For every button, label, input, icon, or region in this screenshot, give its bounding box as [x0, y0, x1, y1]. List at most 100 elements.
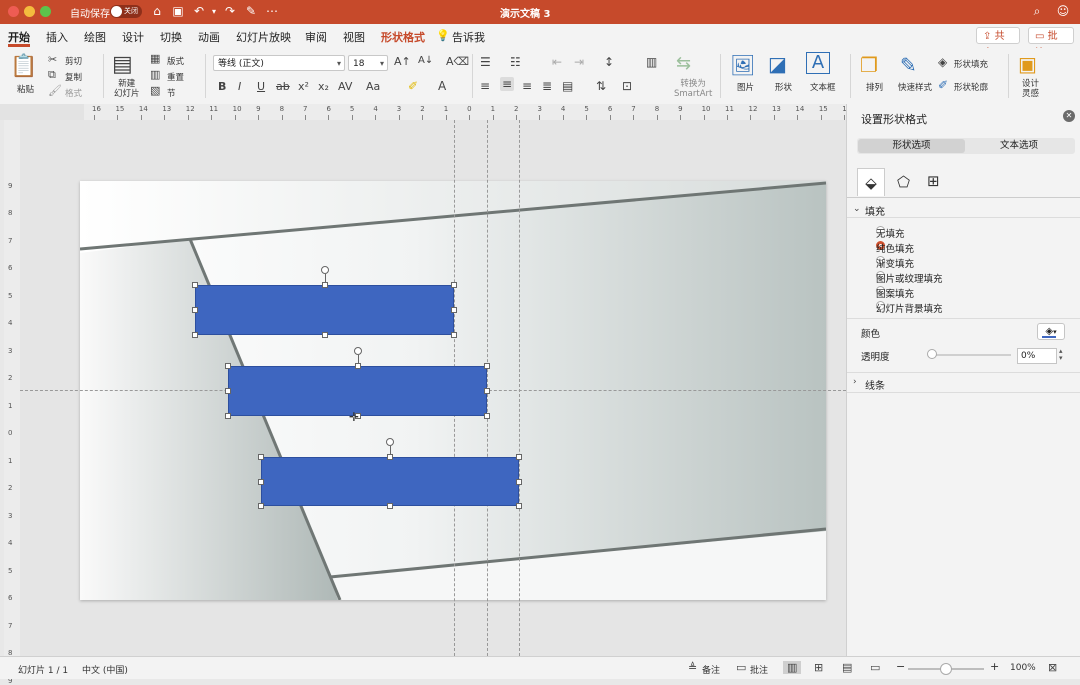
font-size-select[interactable]: 18 ▾ — [348, 55, 388, 71]
undo-dropdown-icon[interactable]: ▾ — [207, 7, 221, 16]
new-slide-label[interactable]: 新建 幻灯片 — [114, 79, 140, 99]
numbering-icon[interactable]: ☷ — [510, 55, 521, 69]
fill-section-header[interactable]: 填充 — [865, 203, 885, 218]
increase-indent-icon[interactable]: ⇥ — [574, 55, 584, 69]
comments-icon[interactable]: ▭ — [736, 661, 746, 674]
tab-animations[interactable]: 动画 — [198, 29, 220, 45]
font-name-select[interactable]: 等线 (正文) ▾ — [213, 55, 345, 71]
rotate-handle[interactable] — [320, 266, 329, 274]
resize-handle[interactable] — [192, 307, 198, 313]
underline-icon[interactable]: U — [257, 80, 265, 93]
resize-handle[interactable] — [451, 307, 457, 313]
align-center-icon[interactable]: ≡ — [500, 77, 515, 91]
rotate-handle[interactable] — [353, 347, 362, 355]
section-label[interactable]: 节 — [167, 87, 176, 99]
slide-sorter-icon[interactable]: ⊞ — [814, 661, 823, 674]
shape-outline-icon[interactable]: ✐ — [938, 78, 948, 92]
tab-insert[interactable]: 插入 — [46, 29, 68, 45]
resize-handle[interactable] — [516, 478, 522, 485]
transparency-slider-track[interactable] — [931, 354, 1011, 356]
more-icon[interactable]: ⋯ — [265, 4, 279, 18]
designer-label[interactable]: 设计 灵感 — [1022, 79, 1039, 99]
designer-icon[interactable]: ▣ — [1018, 52, 1037, 76]
rectangle-shape-3[interactable] — [261, 457, 519, 506]
normal-view-icon[interactable]: ▥ — [783, 661, 802, 674]
textbox-label[interactable]: 文本框 — [810, 81, 836, 93]
save-icon[interactable]: ▣ — [171, 4, 185, 18]
rectangle-shape-1[interactable] — [195, 285, 454, 335]
picture-label[interactable]: 图片 — [737, 81, 754, 93]
tab-shape-format[interactable]: 形状格式 — [381, 29, 425, 45]
paste-icon[interactable]: 📋 — [10, 54, 37, 79]
resize-handle[interactable] — [451, 282, 457, 288]
new-slide-icon[interactable]: ▤ — [112, 52, 133, 77]
italic-icon[interactable]: I — [238, 80, 241, 93]
superscript-icon[interactable]: x² — [298, 80, 309, 93]
user-icon[interactable]: ☺ — [1056, 4, 1070, 18]
resize-handle[interactable] — [387, 503, 393, 509]
resize-handle[interactable] — [516, 454, 522, 460]
bullets-icon[interactable]: ☰ — [480, 55, 491, 69]
convert-smartart-label[interactable]: 转换为 SmartArt — [674, 79, 712, 99]
tab-design[interactable]: 设计 — [122, 29, 144, 45]
resize-handle[interactable] — [321, 282, 328, 288]
resize-handle[interactable] — [484, 388, 490, 394]
copy-icon[interactable]: ⧉ — [48, 68, 56, 82]
cut-label[interactable]: 剪切 — [65, 55, 82, 67]
language-indicator[interactable]: 中文 (中国) — [82, 663, 128, 676]
resize-handle[interactable] — [225, 363, 231, 369]
tab-view[interactable]: 视图 — [343, 29, 365, 45]
zoom-window-button[interactable] — [40, 6, 51, 17]
resize-handle[interactable] — [451, 332, 457, 338]
char-spacing-icon[interactable]: AV — [338, 80, 352, 93]
notes-button[interactable]: 备注 — [702, 663, 720, 676]
align-text-icon[interactable]: ⊡ — [622, 79, 632, 93]
fit-slide-icon[interactable]: ⊠ — [1048, 661, 1057, 674]
format-painter-icon[interactable]: 🖌 — [48, 84, 62, 97]
quick-styles-icon[interactable]: ✎ — [900, 53, 917, 77]
tab-review[interactable]: 审阅 — [305, 29, 327, 45]
undo-icon[interactable]: ↶ — [192, 4, 206, 18]
resize-handle[interactable] — [258, 478, 264, 485]
resize-handle[interactable] — [225, 413, 231, 419]
shape-fill-label[interactable]: 形状填充 — [954, 58, 988, 70]
redo-icon[interactable]: ↷ — [223, 4, 237, 18]
transparency-slider-knob[interactable] — [927, 349, 937, 359]
zoom-slider-knob[interactable] — [940, 663, 952, 675]
tell-me[interactable]: 告诉我 — [452, 29, 485, 45]
font-color-icon[interactable]: A — [438, 79, 446, 93]
shape-label[interactable]: 形状 — [775, 81, 792, 93]
decrease-font-icon[interactable]: A↓ — [418, 55, 433, 66]
decrease-indent-icon[interactable]: ⇤ — [552, 55, 562, 69]
fill-line-icon[interactable]: ⬙ — [857, 168, 885, 196]
close-window-button[interactable] — [8, 6, 19, 17]
resize-handle[interactable] — [516, 503, 522, 509]
tab-transitions[interactable]: 切换 — [160, 29, 182, 45]
minimize-window-button[interactable] — [24, 6, 35, 17]
search-icon[interactable]: ⌕ — [1030, 4, 1044, 19]
bold-icon[interactable]: B — [218, 80, 226, 93]
distributed-icon[interactable]: ▤ — [562, 79, 573, 93]
paste-label[interactable]: 粘贴 — [17, 83, 34, 95]
align-right-icon[interactable]: ≡ — [522, 79, 532, 93]
resize-handle[interactable] — [192, 282, 198, 288]
resize-handle[interactable] — [225, 388, 231, 394]
resize-handle[interactable] — [387, 454, 393, 460]
reset-label[interactable]: 重置 — [167, 71, 184, 83]
change-case-icon[interactable]: Aa — [366, 80, 380, 93]
resize-handle[interactable] — [484, 413, 490, 419]
subscript-icon[interactable]: x₂ — [318, 80, 329, 93]
cut-icon[interactable]: ✂ — [48, 53, 57, 66]
strikethrough-icon[interactable]: ab — [276, 80, 290, 93]
resize-handle[interactable] — [484, 363, 490, 369]
notes-icon[interactable]: ≜ — [688, 661, 697, 674]
arrange-icon[interactable]: ❐ — [860, 53, 878, 77]
close-icon[interactable]: ✕ — [1063, 110, 1075, 122]
zoom-level[interactable]: 100% — [1010, 663, 1036, 673]
comments-button[interactable]: 批注 — [750, 663, 768, 676]
zoom-out-button[interactable]: − — [896, 660, 905, 673]
format-painter-label[interactable]: 格式 — [65, 87, 82, 99]
effects-icon[interactable]: ⬠ — [897, 173, 910, 191]
line-section-header[interactable]: 线条 — [865, 377, 885, 392]
stepper-icon[interactable]: ▴ ▾ — [1059, 348, 1063, 362]
